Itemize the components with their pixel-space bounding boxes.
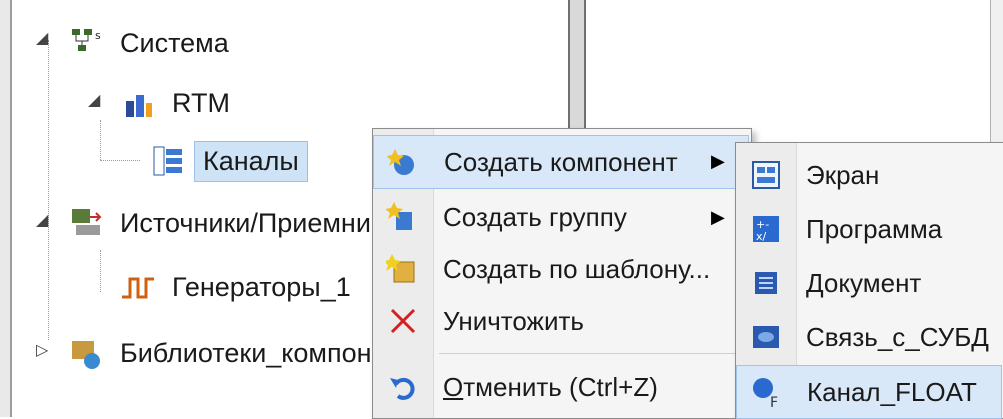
menu-item-label: Экран (806, 159, 880, 190)
libraries-icon (68, 335, 104, 371)
tree-guide-line (100, 120, 101, 160)
menu-item-delete[interactable]: Уничтожить (373, 295, 749, 347)
tree-guide-line (48, 40, 49, 340)
expand-arrow-icon[interactable]: ◢ (36, 28, 48, 48)
generator-wave-icon (120, 269, 156, 305)
tree-node-rtm[interactable]: RTM (120, 78, 238, 128)
tree-node-system[interactable]: s Система (68, 18, 237, 68)
program-icon: +- x/ (736, 213, 796, 245)
undo-icon (373, 372, 433, 402)
pane-splitter[interactable] (568, 0, 586, 140)
menu-item-label: Уничтожить (443, 305, 584, 336)
submenu-item-screen[interactable]: Экран (736, 149, 1002, 201)
menu-item-label: Программа (806, 213, 943, 244)
create-from-template-icon (373, 252, 433, 286)
dbms-link-icon (736, 321, 796, 353)
expand-arrow-icon[interactable]: ◢ (36, 210, 48, 230)
tree-guide-line (100, 250, 101, 292)
submenu: Экран +- x/ Программа Документ Связь_с_СУ… (735, 142, 1003, 419)
channels-icon (150, 143, 186, 179)
tree-guide-line (100, 160, 140, 161)
document-icon (736, 267, 796, 299)
tree-node-label: Библиотеки_компон (120, 337, 372, 368)
context-menu: Создать компонент ▶ Создать группу ▶ Соз… (372, 128, 752, 419)
svg-text:s: s (95, 29, 101, 42)
tree-node-label: Система (120, 27, 229, 58)
tree-node-channels[interactable]: Каналы (150, 136, 308, 186)
svg-text:F: F (770, 395, 778, 409)
collapsed-arrow-icon[interactable]: ▷ (36, 340, 48, 360)
submenu-item-document[interactable]: Документ (736, 257, 1002, 309)
create-group-icon (373, 200, 433, 234)
menu-item-label: Документ (806, 267, 922, 298)
menu-item-create-component[interactable]: Создать компонент (373, 135, 749, 189)
create-component-icon (374, 145, 434, 179)
menu-item-undo[interactable]: Отменить (Ctrl+Z) (373, 361, 749, 413)
submenu-item-dbms-link[interactable]: Связь_с_СУБД (736, 311, 1002, 363)
screen-icon (736, 159, 796, 191)
tree-node-generators[interactable]: Генераторы_1 (120, 262, 359, 312)
system-network-icon: s (68, 25, 104, 61)
menu-separator (439, 353, 743, 354)
submenu-item-channel-float[interactable]: F Канал_FLOAT (736, 365, 1002, 419)
submenu-arrow-icon: ▶ (711, 151, 725, 171)
tree-node-sources-receivers[interactable]: Источники/Приемни (68, 198, 379, 248)
menu-item-label: Создать компонент (444, 146, 678, 177)
submenu-item-program[interactable]: +- x/ Программа (736, 203, 1002, 255)
channel-float-icon: F (737, 375, 797, 409)
expand-arrow-icon[interactable]: ◢ (88, 90, 100, 110)
menu-item-label: Связь_с_СУБД (806, 321, 989, 352)
tree-node-label: Источники/Приемни (120, 207, 371, 238)
delete-x-icon (373, 306, 433, 336)
menu-item-label: Создать по шаблону... (443, 253, 711, 284)
menu-item-label: Создать группу (443, 201, 627, 232)
menu-item-create-from-template[interactable]: Создать по шаблону... (373, 243, 749, 295)
sources-receivers-icon (68, 205, 104, 241)
rtm-icon (120, 85, 156, 121)
menu-item-create-group[interactable]: Создать группу (373, 191, 749, 243)
tree-node-label: Генераторы_1 (172, 271, 351, 302)
menu-item-label: Отменить (Ctrl+Z) (443, 371, 658, 402)
menu-item-label: Канал_FLOAT (807, 376, 977, 407)
tree-node-label: Каналы (194, 140, 308, 182)
tree-node-libraries[interactable]: Библиотеки_компон (68, 328, 380, 378)
tree-node-label: RTM (172, 87, 230, 118)
svg-text:x/: x/ (756, 230, 767, 243)
submenu-arrow-icon: ▶ (711, 207, 725, 227)
